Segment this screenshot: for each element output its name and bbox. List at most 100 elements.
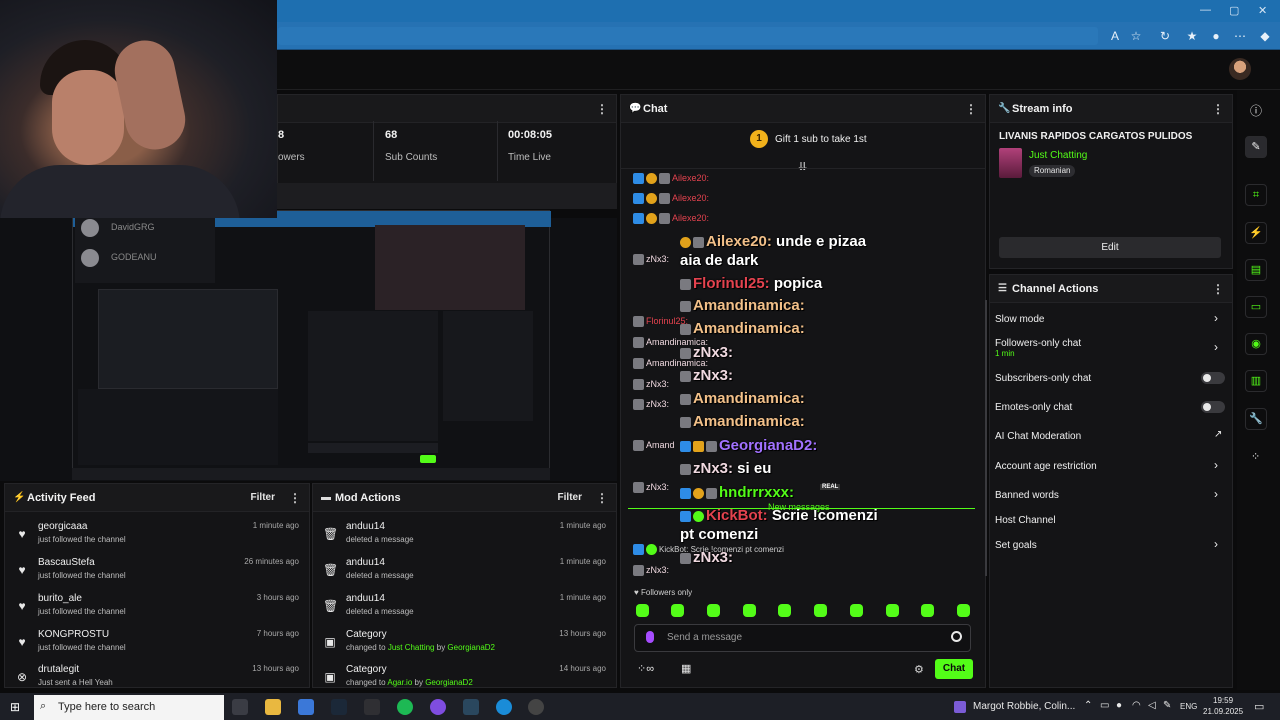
activity-item[interactable]: ⊗ drutalegit Just sent a Hell Yeah 13 ho…: [5, 661, 309, 697]
mic-tray-icon[interactable]: ●: [1116, 700, 1122, 711]
read-aloud-icon[interactable]: A: [1108, 29, 1122, 43]
action-subscribers-only[interactable]: Subscribers-only chat: [995, 373, 1091, 384]
activity-filter-button[interactable]: Filter: [251, 492, 275, 503]
mod-item[interactable]: 🗑 anduu14 deleted a message 1 minute ago: [313, 590, 616, 626]
chevron-right-icon[interactable]: ›: [1214, 340, 1218, 354]
more-icon[interactable]: ⋯: [1233, 29, 1247, 43]
action-host-channel[interactable]: Host Channel: [995, 515, 1056, 526]
kebab-icon[interactable]: ⋮: [1212, 282, 1224, 296]
pencil-icon[interactable]: ✎: [1245, 136, 1267, 158]
edge-icon[interactable]: [496, 699, 512, 715]
action-ai-moderation[interactable]: AI Chat Moderation: [995, 431, 1081, 442]
wifi-icon[interactable]: ◠: [1132, 700, 1141, 711]
gift-sub-button[interactable]: Gift 1 sub to take 1st: [775, 134, 867, 145]
action-banned-words[interactable]: Banned words: [995, 490, 1059, 501]
store-app-icon[interactable]: [298, 699, 314, 715]
taskbar-clock[interactable]: 19:59 21.09.2025: [1203, 695, 1243, 717]
task-view-icon[interactable]: [232, 699, 248, 715]
spotify-icon[interactable]: [397, 699, 413, 715]
activity-item[interactable]: ♥ burito_ale just followed the channel 3…: [5, 590, 309, 626]
gear-icon[interactable]: ⚙: [914, 663, 924, 676]
emote-button[interactable]: [778, 604, 791, 617]
pen-icon[interactable]: ✎: [1163, 700, 1171, 711]
network-icon[interactable]: ▭: [1100, 700, 1109, 711]
activity-item[interactable]: ♥ BascauStefa just followed the channel …: [5, 554, 309, 590]
steam-2-icon[interactable]: [463, 699, 479, 715]
broadcast-icon[interactable]: ◉: [1245, 333, 1267, 355]
chevron-right-icon[interactable]: ›: [1214, 458, 1218, 472]
refresh-icon[interactable]: ↻: [1158, 29, 1172, 43]
chat-message[interactable]: zNx3:: [633, 562, 669, 578]
chat-message[interactable]: zNx3:: [633, 251, 669, 267]
chat-icon[interactable]: ▭: [1245, 296, 1267, 318]
chat-message[interactable]: Ailexe20:: [633, 190, 709, 206]
emoji-icon[interactable]: [951, 631, 962, 642]
kebab-icon[interactable]: ⋮: [1212, 102, 1224, 116]
external-link-icon[interactable]: ↗: [1214, 429, 1222, 440]
mic-icon[interactable]: [646, 631, 654, 643]
stream-category-link[interactable]: Just Chatting: [1029, 150, 1087, 161]
emote-button[interactable]: [636, 604, 649, 617]
action-account-age[interactable]: Account age restriction: [995, 461, 1097, 472]
favorite-star-icon[interactable]: ☆: [1129, 29, 1143, 43]
close-window-icon[interactable]: ✕: [1258, 4, 1267, 17]
emote-button[interactable]: [886, 604, 899, 617]
epic-games-icon[interactable]: [364, 699, 380, 715]
pinned-chevron-icon[interactable]: ⇊: [798, 160, 807, 173]
wrench-rail-icon[interactable]: 🔧: [1245, 408, 1267, 430]
lightning-icon[interactable]: ⚡: [1245, 222, 1267, 244]
media-now-playing[interactable]: Margot Robbie, Colin...: [973, 701, 1075, 712]
kebab-icon[interactable]: ⋮: [965, 102, 977, 116]
emote-button[interactable]: [814, 604, 827, 617]
chevron-right-icon[interactable]: ›: [1214, 487, 1218, 501]
chat-send-button[interactable]: Chat: [935, 659, 973, 679]
mod-item[interactable]: 🗑 anduu14 deleted a message 1 minute ago: [313, 518, 616, 554]
url-field[interactable]: [278, 27, 1098, 45]
mod-item[interactable]: ▣ Category changed to Agar.io by Georgia…: [313, 661, 616, 697]
discord-icon[interactable]: [430, 699, 446, 715]
input-language[interactable]: ENG: [1180, 702, 1197, 711]
screenshot-icon[interactable]: ⌗: [1245, 184, 1267, 206]
action-set-goals[interactable]: Set goals: [995, 540, 1037, 551]
emote-button[interactable]: [743, 604, 756, 617]
copilot-icon[interactable]: ◆: [1258, 29, 1272, 43]
obs-icon[interactable]: [528, 699, 544, 715]
document-icon[interactable]: ▤: [1245, 259, 1267, 281]
steam-icon[interactable]: [331, 699, 347, 715]
mod-item[interactable]: ▣ Category changed to Just Chatting by G…: [313, 626, 616, 662]
emote-button[interactable]: [850, 604, 863, 617]
kebab-icon[interactable]: ⋮: [596, 102, 608, 116]
mod-item[interactable]: 🗑 anduu14 deleted a message 1 minute ago: [313, 554, 616, 590]
scrollbar[interactable]: [985, 300, 987, 576]
maximize-icon[interactable]: ▢: [1229, 4, 1239, 17]
action-slow-mode[interactable]: Slow mode: [995, 314, 1044, 325]
chat-message[interactable]: Ailexe20:: [633, 170, 709, 186]
profile-icon[interactable]: ●: [1209, 29, 1223, 43]
store-icon[interactable]: ▥: [1245, 370, 1267, 392]
file-explorer-icon[interactable]: [265, 699, 281, 715]
chat-message[interactable]: zNx3:: [633, 479, 669, 495]
collections-icon[interactable]: ★: [1185, 29, 1199, 43]
start-icon[interactable]: ⊞: [10, 700, 20, 714]
shop-icon[interactable]: ▦: [681, 662, 691, 675]
minimize-icon[interactable]: —: [1200, 4, 1211, 16]
emote-button[interactable]: [957, 604, 970, 617]
subscribers-only-toggle[interactable]: [1201, 372, 1225, 384]
chat-message[interactable]: Ailexe20:: [633, 210, 709, 226]
edit-stream-button[interactable]: Edit: [999, 237, 1221, 258]
chevron-right-icon[interactable]: ›: [1214, 537, 1218, 551]
tray-chevron-icon[interactable]: ⌃: [1084, 700, 1092, 711]
info-icon[interactable]: ⓘ: [1250, 102, 1262, 119]
activity-item[interactable]: ♥ KONGPROSTU just followed the channel 7…: [5, 626, 309, 662]
emote-button[interactable]: [707, 604, 720, 617]
action-followers-only[interactable]: Followers-only chat 1 min: [995, 338, 1081, 358]
points-icon[interactable]: ⁘∞: [637, 662, 654, 675]
chat-message[interactable]: Amand: [633, 437, 675, 453]
chat-message[interactable]: zNx3:: [633, 376, 669, 392]
emote-button[interactable]: [671, 604, 684, 617]
emote-button[interactable]: [921, 604, 934, 617]
emotes-only-toggle[interactable]: [1201, 401, 1225, 413]
kebab-icon[interactable]: ⋮: [289, 491, 301, 505]
volume-icon[interactable]: ◁: [1148, 700, 1156, 711]
notifications-icon[interactable]: ▭: [1254, 700, 1264, 713]
